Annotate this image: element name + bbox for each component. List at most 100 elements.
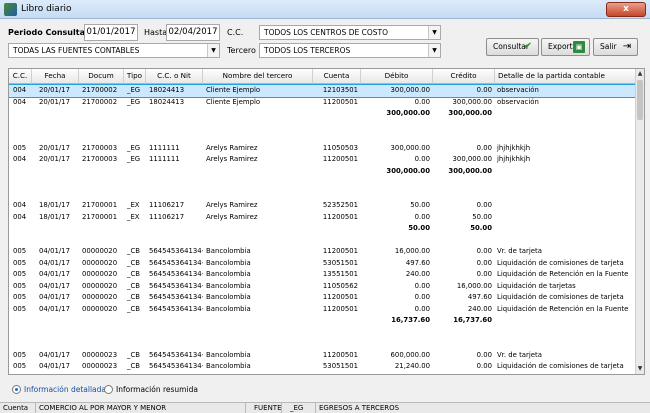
- cell-debito: 600,000.00: [390, 350, 430, 359]
- fecha-hasta-input[interactable]: 02/04/2017: [166, 24, 220, 41]
- table-row[interactable]: 004 18/01/17 21700001 _EX 11106217 Arelys Ram…: [9, 212, 637, 224]
- tercero-select[interactable]: TODOS LOS TERCEROS ▼: [259, 43, 441, 58]
- cell-docum: 00000023: [82, 362, 118, 370]
- cell-fecha: 18/01/17: [39, 212, 70, 221]
- cell-detalle: observación: [497, 97, 539, 106]
- chevron-down-icon[interactable]: ▼: [428, 26, 440, 39]
- table-row[interactable]: 005 04/01/17 00000020 _CB 564545364134-4 Banc…: [9, 304, 637, 316]
- cell-tipo: _EG: [127, 143, 141, 152]
- cell-nombre: Bancolombia: [206, 281, 251, 290]
- cell-debito: 16,000.00: [394, 247, 430, 255]
- cell-cc: 005: [9, 373, 32, 375]
- cell-detalle: Vr. de tarjeta: [497, 350, 542, 359]
- column-header-cuenta[interactable]: Cuenta: [313, 69, 361, 84]
- chevron-down-icon[interactable]: ▼: [207, 44, 219, 57]
- cell-tipo: _CB: [127, 281, 140, 290]
- scroll-up-icon[interactable]: ▲: [636, 69, 644, 79]
- cell-detalle: Liquidación de Retención en la Fuente: [497, 304, 629, 313]
- cell-tipo: _EX: [127, 212, 140, 221]
- radio-resumida-label: Información resumida: [116, 385, 198, 394]
- cell-debito: 300,000.00: [390, 86, 430, 94]
- cell-debito: 0.00: [414, 155, 430, 163]
- cell-debito: 0.00: [414, 97, 430, 106]
- column-header-debito[interactable]: Débito: [361, 69, 433, 84]
- fuentes-select-value: TODAS LAS FUENTES CONTABLES: [13, 46, 140, 55]
- cell-tipo: _CB: [127, 293, 140, 301]
- cell-credito: 497.60: [467, 293, 492, 301]
- journal-grid[interactable]: C.C. Fecha Docum Tipo C.C. o Nit Nombre del t…: [8, 68, 645, 375]
- table-row[interactable]: 004 20/01/17 21700003 _EG 1111111 Arelys Rami…: [9, 154, 637, 166]
- table-row[interactable]: 00504/01/1700000023_CB564545364134-4Banc…: [9, 373, 637, 375]
- table-row[interactable]: 005 04/01/17 00000020 _CB 564545364134-4 Banc…: [9, 246, 637, 258]
- cell-detalle: Liquidación de Retención en la Fuente: [495, 373, 637, 375]
- table-row[interactable]: 00504/01/1700000023_CB564545364134-4Banc…: [9, 350, 637, 362]
- table-row[interactable]: 005 04/01/17 00000020 _CB 564545364134-4 Banc…: [9, 281, 637, 293]
- periodo-label: Periodo Consultado: [8, 28, 97, 37]
- column-header-docum[interactable]: Docum: [79, 69, 124, 84]
- cell-detalle: Vr. de tarjeta: [497, 247, 542, 255]
- cell-docum: 21700001: [82, 201, 118, 209]
- cell-nombre: Arelys Ramirez: [206, 155, 258, 163]
- radio-resumida-dot[interactable]: [104, 385, 113, 394]
- column-header-tipo[interactable]: Tipo: [124, 69, 146, 84]
- table-row[interactable]: 004 18/01/17 21700001 _EX 11106217 Arelys Ram…: [9, 200, 637, 212]
- close-icon[interactable]: x: [623, 4, 629, 14]
- consultar-button[interactable]: Consultar ✔: [486, 38, 539, 56]
- cell-fecha: 04/01/17: [39, 258, 70, 267]
- vertical-scrollbar[interactable]: ▲ ▼: [635, 69, 644, 374]
- scroll-down-icon[interactable]: ▼: [636, 364, 644, 374]
- table-row[interactable]: 005 04/01/17 00000020 _CB 564545364134-4 Banc…: [9, 269, 637, 281]
- column-header-nit[interactable]: C.C. o Nit: [146, 69, 203, 84]
- spacer-row: [9, 338, 637, 350]
- total-row[interactable]: 16,737.60 16,737.60: [9, 315, 637, 327]
- cell-credito: 0.00: [476, 201, 492, 209]
- cell-nombre: Bancolombia: [206, 293, 251, 301]
- cell-tipo: _EG: [127, 86, 141, 94]
- column-header-credito[interactable]: Crédito: [433, 69, 495, 84]
- cell-nit: 11106217: [149, 212, 185, 221]
- cc-select[interactable]: TODOS LOS CENTROS DE COSTO ▼: [259, 25, 441, 40]
- total-row[interactable]: 300,000.00 300,000.00: [9, 108, 637, 120]
- chevron-down-icon[interactable]: ▼: [428, 44, 440, 57]
- column-header-cc[interactable]: C.C.: [9, 69, 32, 84]
- cell-tipo: _EG: [127, 97, 141, 106]
- status-cuenta-label: Cuenta: [0, 403, 36, 413]
- cell-debito: 240.00: [405, 270, 430, 278]
- table-row[interactable]: 00504/01/1700000023_CB564545364134-4Banc…: [9, 361, 637, 373]
- scroll-thumb[interactable]: [637, 80, 643, 120]
- radio-detallada[interactable]: Información detallada: [12, 385, 106, 394]
- cell-credito: 50.00: [470, 224, 492, 232]
- cell-nit: 564545364134-4: [149, 293, 203, 301]
- radio-detallada-dot[interactable]: [12, 385, 21, 394]
- exportar-button[interactable]: Exportar ▣: [541, 38, 590, 56]
- cell-debito: 16,737.60: [391, 316, 430, 324]
- cell-debito: 0.00: [414, 212, 430, 221]
- cell-fecha: 04/01/17: [39, 247, 70, 255]
- cell-nombre: Arelys Ramirez: [206, 143, 258, 152]
- cell-credito: 50.00: [472, 212, 492, 221]
- radio-resumida[interactable]: Información resumida: [104, 385, 198, 394]
- salir-button[interactable]: Salir ⇥: [593, 38, 638, 56]
- column-header-detalle[interactable]: Detalle de la partida contable: [495, 69, 637, 84]
- total-row[interactable]: 50.00 50.00: [9, 223, 637, 235]
- table-row[interactable]: 004 20/01/17 21700002 _EG 18024413 Cliente Ej…: [9, 97, 637, 109]
- cell-docum: 21700003: [82, 155, 118, 163]
- cell-cc: 004: [13, 97, 27, 106]
- cell-docum: 21700002: [82, 97, 118, 106]
- table-row[interactable]: 005 04/01/17 00000020 _CB 564545364134-4 Banc…: [9, 258, 637, 270]
- cell-tipo: _CB: [127, 270, 140, 278]
- close-button[interactable]: x: [606, 2, 646, 17]
- status-fuente-code: _EG: [282, 403, 316, 413]
- total-row[interactable]: 300,000.00 300,000.00: [9, 166, 637, 178]
- cell-fecha: 04/01/17: [32, 373, 79, 375]
- table-row[interactable]: 004 20/01/17 21700002 _EG 18024413 Cliente Ej…: [9, 84, 638, 98]
- column-header-nombre[interactable]: Nombre del tercero: [203, 69, 313, 84]
- table-row[interactable]: 005 20/01/17 21700003 _EG 1111111 Arelys Rami…: [9, 143, 637, 155]
- column-header-fecha[interactable]: Fecha: [32, 69, 79, 84]
- cell-tipo: _EG: [127, 155, 141, 163]
- cell-nombre: Bancolombia: [203, 373, 313, 375]
- table-row[interactable]: 005 04/01/17 00000020 _CB 564545364134-4 Banc…: [9, 292, 637, 304]
- fecha-desde-input[interactable]: 01/01/2017: [84, 24, 138, 41]
- cell-docum: 00000023: [79, 373, 124, 375]
- fuentes-select[interactable]: TODAS LAS FUENTES CONTABLES ▼: [8, 43, 220, 58]
